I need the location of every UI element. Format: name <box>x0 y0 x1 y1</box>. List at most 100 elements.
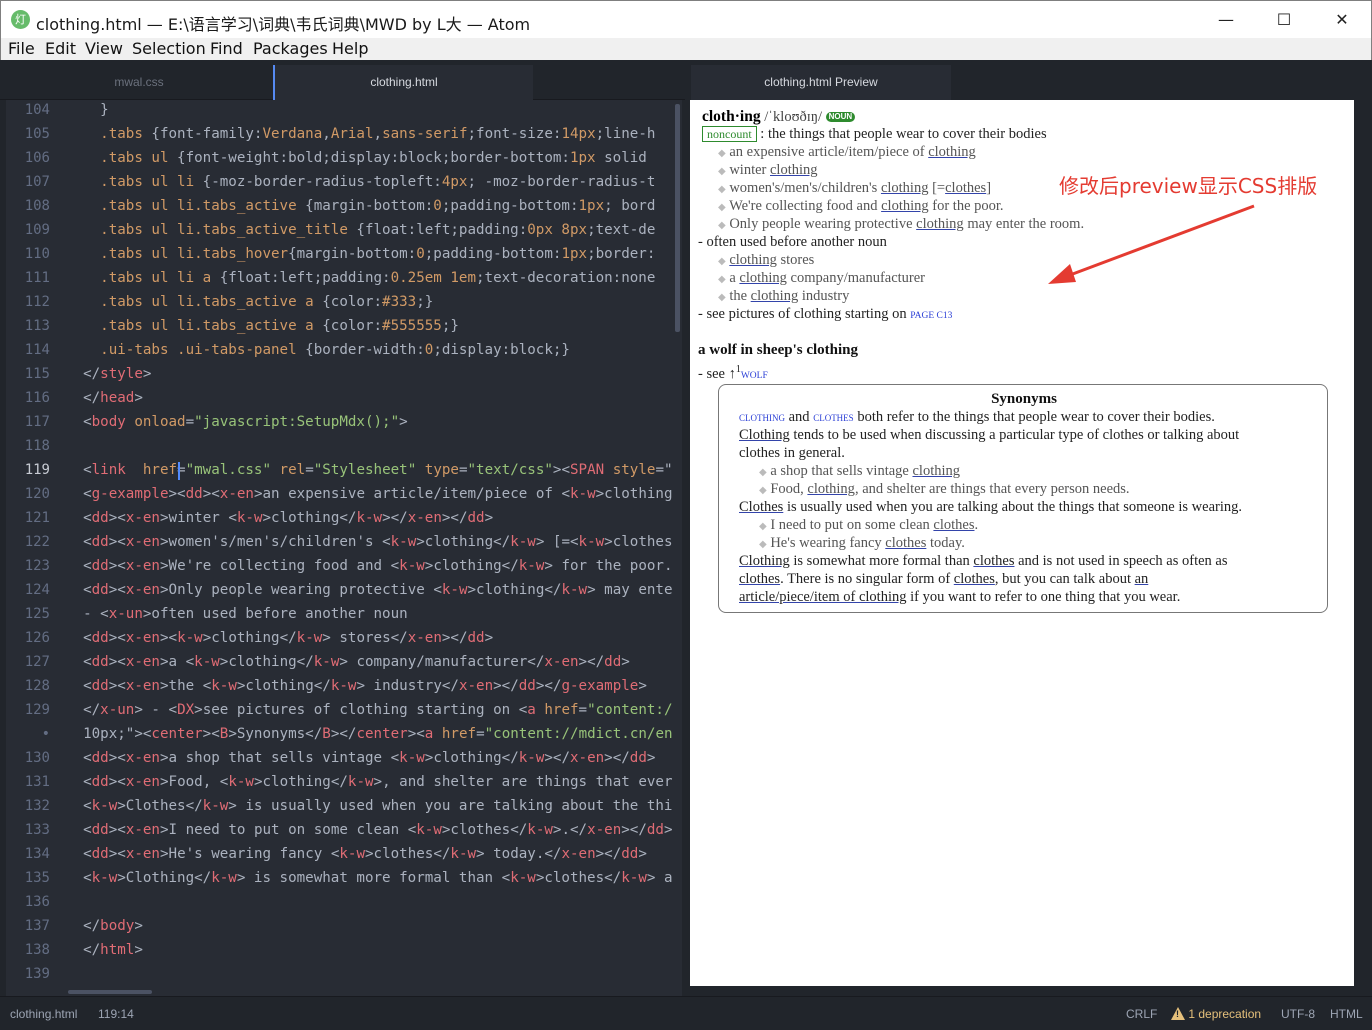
code-line[interactable]: .tabs ul li.tabs_active {margin-bottom:0… <box>66 198 655 214</box>
line-number: 115 <box>24 366 50 382</box>
bullet-icon: ◆ <box>718 202 726 213</box>
syn-intro-text: both refer to the things that people wea… <box>853 409 1215 425</box>
code-token: dd <box>646 822 664 838</box>
code-line[interactable]: <link href="mwal.css" rel="Stylesheet" t… <box>66 462 672 478</box>
deprecation-label: 1 deprecation <box>1188 1007 1262 1021</box>
code-line[interactable]: <dd><x-en>Food, <k-w>clothing</k-w>, and… <box>66 774 672 790</box>
code-line[interactable]: <dd><x-en>Only people wearing protective… <box>66 582 673 598</box>
code-token: - < <box>66 606 109 622</box>
code-token: k-w <box>578 534 605 550</box>
status-cursor-position[interactable]: 119:14 <box>98 1007 134 1021</box>
code-token: > may ente <box>587 582 673 598</box>
status-line-ending[interactable]: CRLF <box>1126 1007 1157 1021</box>
code-editor[interactable]: 104 105 106 107 108 109 110 111 112 113 114 115 116 1… <box>6 100 682 996</box>
code-line[interactable]: .tabs ul {font-weight:bold;display:block… <box>66 150 647 166</box>
preview-scrollbar[interactable] <box>1354 100 1372 986</box>
code-line[interactable]: <dd><x-en>the <k-w>clothing</k-w> indust… <box>66 678 647 694</box>
close-button[interactable]: ✕ <box>1313 1 1371 39</box>
code-token: k-w <box>194 654 220 670</box>
code-token: > <box>142 366 152 382</box>
status-encoding[interactable]: UTF-8 <box>1281 1007 1315 1021</box>
code-line[interactable]: <dd><x-en>a shop that sells vintage <k-w… <box>66 750 655 766</box>
status-deprecation[interactable]: ! 1 deprecation <box>1171 1007 1261 1021</box>
code-line[interactable]: .tabs ul li a {float:left;padding:0.25em… <box>66 270 655 286</box>
menu-selection[interactable]: Selection <box>132 39 206 58</box>
page-link[interactable]: PAGE C13 <box>910 311 952 321</box>
menu-file[interactable]: File <box>8 39 35 58</box>
code-token: >clothing <box>595 486 673 502</box>
code-line[interactable]: <g-example><dd><x-en>an expensive articl… <box>66 486 673 502</box>
code-token: "javascript:SetupMdx();" <box>194 414 400 430</box>
tab-clothing-preview[interactable]: clothing.html Preview <box>691 65 951 100</box>
code-line[interactable]: </html> <box>66 942 143 958</box>
code-token: < <box>66 630 92 646</box>
code-line[interactable]: .tabs {font-family:Verdana,Arial,sans-se… <box>66 126 655 142</box>
status-grammar[interactable]: HTML <box>1330 1007 1363 1021</box>
code-token: x-en <box>125 750 160 766</box>
code-token: < <box>66 678 92 694</box>
menu-view[interactable]: View <box>85 39 123 58</box>
see-pictures-line: - see pictures of clothing starting on P… <box>698 306 952 323</box>
example-text: women's/men's/children's <box>729 180 881 196</box>
status-file-name[interactable]: clothing.html <box>10 1007 77 1021</box>
code-token: ></ <box>595 846 622 862</box>
tab-clothing-html[interactable]: clothing.html <box>273 65 533 100</box>
editor-tab-bar: mwal.css clothing.html <box>0 60 685 100</box>
code-line[interactable]: <dd><x-en>women's/men's/children's <k-w>… <box>66 534 672 550</box>
code-area[interactable]: } .tabs {font-family:Verdana,Arial,sans-… <box>66 100 680 996</box>
code-line[interactable]: <dd><x-en>He's wearing fancy <k-w>clothe… <box>66 846 647 862</box>
editor-vertical-scrollbar[interactable] <box>675 104 680 332</box>
menu-help[interactable]: Help <box>332 39 368 58</box>
code-token: </ <box>66 942 101 958</box>
code-line[interactable]: <dd><x-en>I need to put on some clean <k… <box>66 822 672 838</box>
code-line[interactable]: <dd><x-en>winter <k-w>clothing</k-w></x-… <box>66 510 493 526</box>
code-line[interactable]: .tabs ul li.tabs_active a {color:#333;} <box>66 294 433 310</box>
line-number: 122 <box>24 534 50 550</box>
editor-horizontal-scrollbar[interactable] <box>68 990 152 994</box>
code-token: 0 <box>416 246 425 262</box>
code-token: rel <box>271 462 306 478</box>
code-line[interactable]: .tabs ul li.tabs_active_title {float:lef… <box>66 222 655 238</box>
code-line[interactable]: </x-un> - <DX>see pictures of clothing s… <box>66 702 672 718</box>
code-line[interactable]: .ui-tabs .ui-tabs-panel {border-width:0;… <box>66 342 570 358</box>
line-number: 126 <box>24 630 50 646</box>
syn-ex1-kw: clothing <box>912 463 961 479</box>
code-line[interactable]: - <x-un>often used before another noun <box>66 606 408 622</box>
wolf-link[interactable]: WOLF <box>741 371 768 381</box>
code-token: >< <box>108 774 126 790</box>
code-token: style <box>100 366 143 382</box>
keyword: clothing <box>770 162 818 178</box>
bullet-icon: ◆ <box>718 166 726 177</box>
code-token: dd <box>467 510 485 526</box>
minimize-button[interactable]: — <box>1197 1 1255 39</box>
code-token: DX <box>177 702 195 718</box>
code-line[interactable]: </style> <box>66 366 151 382</box>
code-token: > <box>621 654 630 670</box>
code-line[interactable]: <dd><x-en>a <k-w>clothing</k-w> company/… <box>66 654 630 670</box>
code-line[interactable]: </head> <box>66 390 143 406</box>
definition-line: noncount : the things that people wear t… <box>702 126 1047 143</box>
code-token: .tabs ul li <box>66 174 203 190</box>
code-line[interactable]: </body> <box>66 918 143 934</box>
menu-find[interactable]: Find <box>210 39 243 58</box>
code-line[interactable]: <dd><x-en>We're collecting food and <k-w… <box>66 558 672 574</box>
code-token: x-en <box>544 654 579 670</box>
code-line[interactable]: .tabs ul li {-moz-border-radius-topleft:… <box>66 174 655 190</box>
synonyms-box: Synonyms clothing and clothes both refer… <box>718 384 1328 613</box>
code-line[interactable]: <k-w>Clothes</k-w> is usually used when … <box>66 798 672 814</box>
code-line[interactable]: <k-w>Clothing</k-w> is somewhat more for… <box>66 870 672 886</box>
code-token: < <box>66 510 92 526</box>
code-token: ; bord <box>604 198 656 214</box>
code-line[interactable]: } <box>66 102 109 118</box>
menu-packages[interactable]: Packages <box>253 39 328 58</box>
maximize-button[interactable]: ☐ <box>1255 1 1313 39</box>
code-line[interactable]: 10px;"><center><B>Synonyms</B></center><… <box>66 726 672 742</box>
code-token: x-en <box>407 510 442 526</box>
code-line[interactable]: .tabs ul li.tabs_hover{margin-bottom:0;p… <box>66 246 655 262</box>
code-line[interactable]: <body onload="javascript:SetupMdx();"> <box>66 414 408 430</box>
menu-edit[interactable]: Edit <box>45 39 76 58</box>
code-line[interactable]: .tabs ul li.tabs_active a {color:#555555… <box>66 318 459 334</box>
code-line[interactable]: <dd><x-en><k-w>clothing</k-w> stores</x-… <box>66 630 493 646</box>
tab-mwal-css[interactable]: mwal.css <box>6 65 272 100</box>
code-token: >< <box>108 558 126 574</box>
